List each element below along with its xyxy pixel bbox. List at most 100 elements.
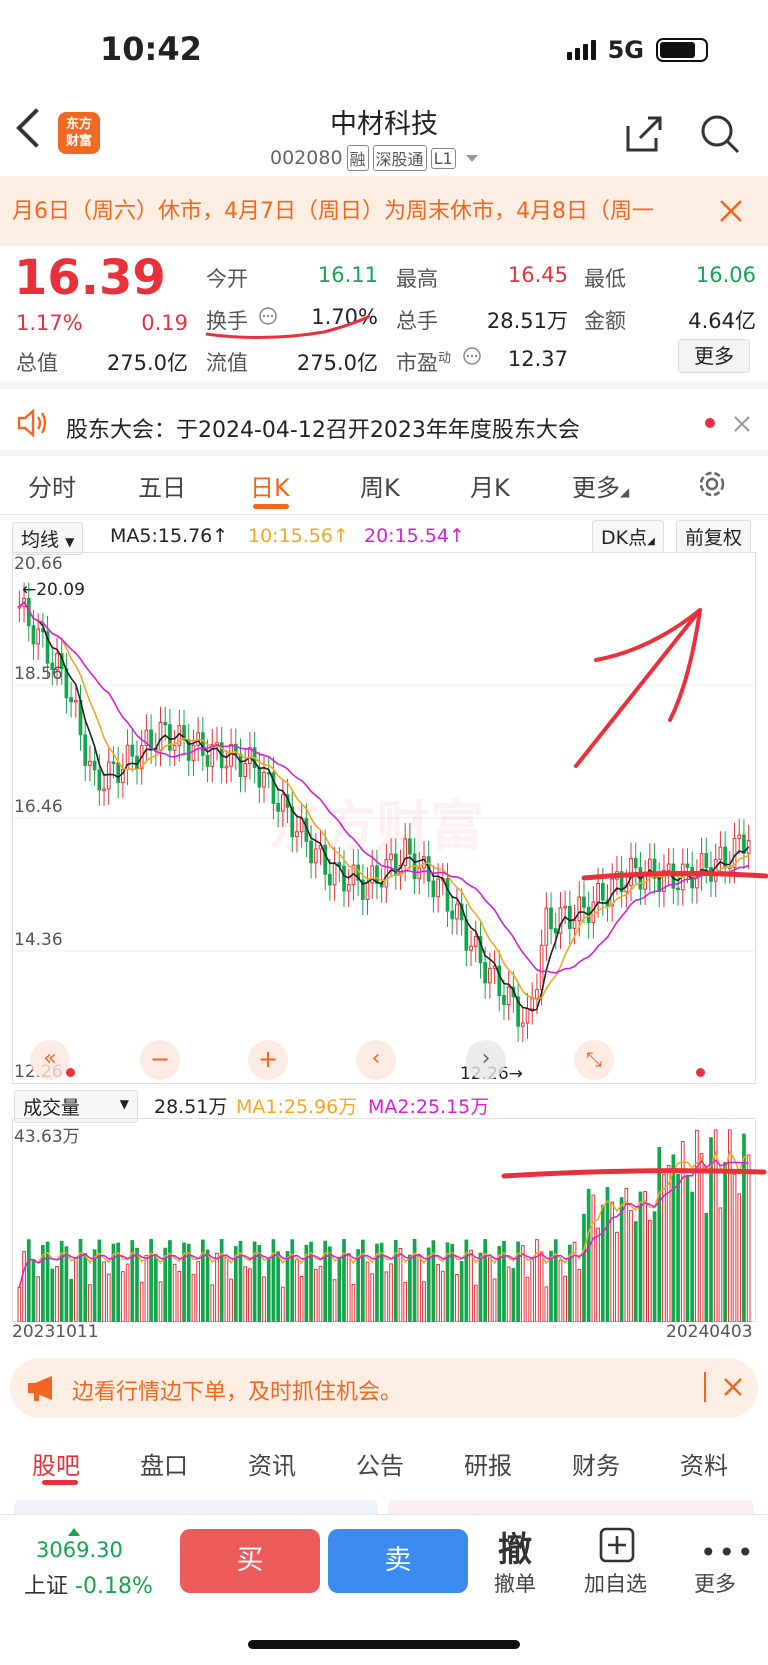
settings-icon[interactable] [696, 468, 728, 500]
low-value: 16.06 [695, 263, 756, 287]
candle [737, 819, 742, 855]
high-marker: ←20.09 [22, 580, 85, 600]
volume-label: 总手 [396, 309, 438, 333]
signal-dot [66, 1068, 75, 1077]
divider [704, 1372, 706, 1402]
tab-five-day[interactable]: 五日 [138, 468, 186, 503]
tag-margin: 融 [346, 145, 369, 171]
signal-dot [696, 1068, 705, 1077]
annotation-arrow [574, 608, 702, 768]
axis-label-top: 20.66 [14, 554, 63, 574]
volume-bar [360, 1239, 365, 1322]
close-icon[interactable] [722, 1376, 744, 1398]
search-icon[interactable] [698, 112, 742, 156]
dk-point-button[interactable]: DK点◢ [592, 520, 664, 553]
promo-banner[interactable]: 边看行情边下单，及时抓住机会。 [10, 1358, 758, 1418]
buy-button[interactable]: 买 [180, 1529, 320, 1593]
status-time: 10:42 [100, 30, 202, 68]
change-amount: 0.19 [141, 311, 188, 335]
annotation-line [501, 1168, 767, 1179]
home-indicator [248, 1640, 520, 1649]
high-value: 16.45 [507, 263, 568, 287]
app-root: { "status": {"time": "10:42", "network":… [0, 0, 768, 1665]
tab-research[interactable]: 研报 [464, 1446, 512, 1481]
tab-monthly-k[interactable]: 月K [470, 468, 510, 503]
close-icon[interactable] [732, 414, 752, 434]
sell-button[interactable]: 卖 [328, 1529, 468, 1593]
volume-bar [78, 1239, 83, 1322]
volume-bar [191, 1273, 196, 1322]
chevron-down-icon[interactable] [465, 154, 478, 162]
tab-orderbook[interactable]: 盘口 [140, 1446, 188, 1481]
tab-daily-k[interactable]: 日K [250, 468, 290, 503]
cancel-order-label[interactable]: 撤单 [494, 1568, 536, 1598]
announcement-text[interactable]: 股东大会：于2024-04-12召开2023年年度股东大会 [66, 412, 580, 444]
tab-intraday[interactable]: 分时 [28, 468, 76, 503]
low-label: 最低 [584, 267, 626, 291]
volume-bar [248, 1268, 252, 1322]
fullscreen-icon[interactable]: ⤡ [574, 1040, 614, 1080]
volume-bar [586, 1188, 591, 1322]
close-icon[interactable] [718, 198, 744, 224]
candle [568, 890, 572, 945]
notice-banner[interactable]: 月6日（周六）休市，4月7日（周日）为周末休市，4月8日（周一 [0, 176, 768, 246]
candle [172, 729, 177, 767]
volume-bar [713, 1129, 718, 1322]
zoom-out-icon[interactable]: − [140, 1040, 180, 1080]
volume-bar [652, 1211, 657, 1322]
volume-chart[interactable] [12, 1118, 756, 1322]
adjust-button[interactable]: 前复权 [676, 520, 752, 553]
candle [102, 773, 106, 806]
candle [83, 719, 88, 782]
volume-bar [737, 1193, 742, 1322]
megaphone-icon [28, 1376, 52, 1401]
tab-notices[interactable]: 公告 [356, 1446, 404, 1481]
index-name[interactable]: 上证 -0.18% [24, 1568, 153, 1600]
volume-bar [389, 1263, 393, 1322]
volume-bar [36, 1276, 41, 1322]
share-icon[interactable] [622, 112, 666, 156]
pe-label: 市盈动 [396, 351, 452, 375]
tab-profile[interactable]: 资料 [680, 1446, 728, 1481]
volume-bar [676, 1173, 680, 1322]
info-icon[interactable] [462, 346, 482, 366]
candle [478, 920, 483, 979]
candle [591, 886, 596, 939]
tab-more[interactable]: 更多◢ [572, 468, 629, 503]
zoom-in-icon[interactable]: + [248, 1040, 288, 1080]
add-watchlist-icon[interactable] [598, 1526, 636, 1564]
tab-news[interactable]: 资讯 [248, 1446, 296, 1481]
chevron-left-icon[interactable]: ‹ [356, 1040, 396, 1080]
chevron-right-icon[interactable]: › [466, 1040, 506, 1080]
ma-select[interactable]: 均线 ▼ [12, 522, 84, 555]
more-label[interactable]: 更多 [694, 1568, 736, 1598]
volume-bar [346, 1253, 351, 1322]
volume-bar [690, 1191, 695, 1322]
candle [455, 888, 459, 935]
volume-bar [88, 1284, 92, 1322]
volume-bar [26, 1239, 31, 1322]
volume-bar [31, 1259, 36, 1322]
tab-finance[interactable]: 财务 [572, 1446, 620, 1481]
volume-bar [596, 1227, 600, 1322]
tab-forum[interactable]: 股吧 [32, 1446, 80, 1481]
cancel-order-icon[interactable]: 撤 [498, 1522, 532, 1571]
ma10-value: 10:15.56↑ [248, 525, 349, 547]
volume-bar [356, 1249, 360, 1322]
volume-bar [50, 1268, 55, 1322]
candle [78, 684, 83, 751]
volume-bar [266, 1258, 271, 1322]
more-icon[interactable]: ••• [700, 1536, 756, 1569]
index-value[interactable]: 3069.30 [36, 1538, 123, 1562]
volume-bar [276, 1251, 280, 1322]
more-quote-button[interactable]: 更多 [678, 339, 750, 373]
volume-bar [215, 1252, 219, 1322]
candle [201, 716, 205, 772]
tab-weekly-k[interactable]: 周K [360, 468, 400, 503]
volume-bar [605, 1187, 610, 1322]
volume-bar [525, 1276, 530, 1322]
candle [530, 982, 535, 1025]
add-watchlist-label[interactable]: 加自选 [584, 1568, 647, 1598]
volume-current: 28.51万 [154, 1096, 228, 1118]
rewind-icon[interactable]: « [30, 1040, 70, 1080]
